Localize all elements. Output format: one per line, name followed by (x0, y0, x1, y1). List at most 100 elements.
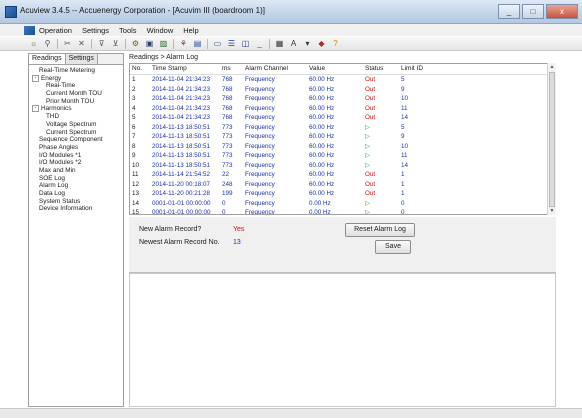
funnel-icon[interactable]: ⊽ (96, 38, 107, 49)
column-header-no[interactable]: No. (130, 64, 150, 74)
settings-icon[interactable]: ⚙ (130, 38, 141, 49)
column-header-channel[interactable]: Alarm Channel (243, 64, 307, 74)
scroll-up-arrow-icon[interactable]: ▲ (548, 63, 556, 71)
reset-alarm-log-button[interactable]: Reset Alarm Log (345, 223, 415, 237)
column-header-value[interactable]: Value (307, 64, 363, 74)
tree-item[interactable]: Sequence Component (29, 136, 123, 144)
tree-item[interactable]: - Harmonics (29, 105, 123, 113)
table-row[interactable]: 5 2014-11-04 21:34:23 768 Frequency 60.00 Hz… (130, 113, 555, 123)
cell-ms: 0 (222, 209, 226, 215)
tree-item-label: I/O Modules *2 (39, 159, 82, 167)
table-row[interactable]: 3 2014-11-04 21:34:23 768 Frequency 60.00 Hz… (130, 94, 555, 104)
tree-item[interactable]: Current Month TOU (29, 90, 123, 98)
cell-status: ▷ (365, 161, 370, 169)
tree-item[interactable]: - Energy (29, 74, 123, 83)
tab-readings[interactable]: Readings (29, 54, 66, 64)
arrow-icon[interactable]: A (288, 38, 299, 49)
tree-icon[interactable]: ⚘ (178, 38, 189, 49)
table-row[interactable]: 9 2014-11-13 18:50:51 773 Frequency 60.00 Hz… (130, 151, 555, 161)
scroll-down-arrow-icon[interactable]: ▼ (548, 207, 556, 215)
window-icon[interactable]: ▭ (212, 38, 223, 49)
tree-item[interactable]: Max and Min (29, 167, 123, 175)
cell-no: 6 (132, 123, 136, 131)
menu-settings[interactable]: Settings (82, 26, 109, 35)
tree-item[interactable]: Voltage Spectrum (29, 121, 123, 129)
column-header-limit-id[interactable]: Limit ID (399, 64, 435, 74)
tree-item[interactable]: Alarm Log (29, 182, 123, 190)
tab-settings[interactable]: Settings (65, 54, 98, 64)
cut-icon[interactable]: ✕ (76, 38, 87, 49)
table-scrollbar[interactable]: ▲ ▼ (547, 63, 556, 215)
chart-icon[interactable]: ▤ (192, 38, 203, 49)
tree-item[interactable]: Prior Month TOU (29, 98, 123, 106)
gem-icon[interactable]: ◆ (316, 38, 327, 49)
menu-tools[interactable]: Tools (119, 26, 137, 35)
table-row[interactable]: 1 2014-11-04 21:34:23 768 Frequency 60.00 Hz… (130, 75, 555, 85)
cell-timestamp: 2014-11-13 18:50:51 (152, 133, 211, 140)
table-row[interactable]: 6 2014-11-13 18:50:51 773 Frequency 60.00 Hz… (130, 123, 555, 133)
table-row[interactable]: 10 2014-11-13 18:50:51 773 Frequency 60.00 H… (130, 161, 555, 171)
column-header-timestamp[interactable]: Time Stamp (150, 64, 220, 74)
table-row[interactable]: 14 0001-01-01 00:00:00 0 Frequency 0.00 Hz ▷ 0 (130, 199, 555, 209)
table-row[interactable]: 8 2014-11-13 18:50:51 773 Frequency 60.00 Hz… (130, 142, 555, 152)
image-icon[interactable]: ▨ (158, 38, 169, 49)
cell-value: 60.00 Hz (309, 95, 335, 102)
tree-item-label: Real-Time (46, 82, 76, 90)
minimize-button[interactable]: _ (498, 4, 520, 19)
filter-icon[interactable]: ⊻ (110, 38, 121, 49)
tree-item[interactable]: I/O Modules *1 (29, 152, 123, 160)
cell-channel: Frequency (245, 161, 275, 169)
table-row[interactable]: 7 2014-11-13 18:50:51 773 Frequency 60.00 Hz… (130, 132, 555, 142)
cell-no: 10 (132, 161, 140, 169)
tree-item[interactable]: SOE Log (29, 175, 123, 183)
tree-item[interactable]: Phase Angles (29, 144, 123, 152)
alarm-log-table: No. Time Stamp ms Alarm Channel Value St… (129, 63, 556, 215)
save-icon[interactable]: ▣ (144, 38, 155, 49)
title-bar: Acuview 3.4.5 -- Accuenergy Corporation … (0, 0, 582, 24)
cell-channel: Frequency (245, 76, 275, 83)
lightbulb-icon[interactable]: ☼ (28, 38, 39, 49)
tree-item[interactable]: THD (29, 113, 123, 121)
table-row[interactable]: 11 2014-11-14 21:54:52 22 Frequency 60.00 Hz… (130, 170, 555, 180)
menu-window[interactable]: Window (147, 26, 174, 35)
cell-no: 12 (132, 180, 140, 188)
column-header-status[interactable]: Status (363, 64, 399, 74)
question-icon[interactable]: ? (330, 38, 341, 49)
table-row[interactable]: 12 2014-11-20 00:18:07 248 Frequency 60.00 H… (130, 180, 555, 190)
close-button[interactable]: x (546, 4, 578, 19)
menu-help[interactable]: Help (183, 26, 198, 35)
tree-item[interactable]: Device Information (29, 205, 123, 213)
menu-operation[interactable]: Operation (39, 26, 72, 35)
cell-no: 7 (132, 133, 136, 140)
split-icon[interactable]: ◫ (240, 38, 251, 49)
tree-expander-icon[interactable]: - (32, 105, 39, 113)
tree-item[interactable]: Real-Time Metering (29, 67, 123, 75)
scissors-icon[interactable]: ✂ (62, 38, 73, 49)
antenna-icon[interactable]: ⚲ (42, 38, 53, 49)
table-row[interactable]: 2 2014-11-04 21:34:23 768 Frequency 60.00 Hz… (130, 85, 555, 95)
maximize-button[interactable]: □ (522, 4, 544, 19)
cell-timestamp: 2014-11-20 00:21:28 (152, 190, 211, 197)
window-title: Acuview 3.4.5 -- Accuenergy Corporation … (20, 6, 265, 15)
scroll-thumb[interactable] (549, 72, 555, 207)
list-icon[interactable]: ☰ (226, 38, 237, 49)
tree-item[interactable]: Current Spectrum (29, 129, 123, 137)
column-header-ms[interactable]: ms (220, 64, 243, 74)
table-row[interactable]: 13 2014-11-20 00:21:28 199 Frequency 60.00 H… (130, 189, 555, 199)
tree-item[interactable]: System Status (29, 198, 123, 206)
table-row[interactable]: 15 0001-01-01 00:00:00 0 Frequency 0.00 Hz ▷ 0 (130, 208, 555, 215)
minus-icon[interactable]: _ (254, 38, 265, 49)
cell-timestamp: 2014-11-04 21:34:23 (152, 104, 211, 112)
cell-no: 13 (132, 190, 140, 197)
tree-item[interactable]: Data Log (29, 190, 123, 198)
mdi-document-icon[interactable] (24, 25, 35, 35)
tree-item[interactable]: Real-Time (29, 82, 123, 90)
tree-expander-icon[interactable]: - (32, 74, 39, 82)
table-row[interactable]: 4 2014-11-04 21:34:23 768 Frequency 60.00 Hz… (130, 104, 555, 114)
save-button[interactable]: Save (375, 240, 411, 254)
help-icon[interactable]: ▦ (274, 38, 285, 49)
download-icon[interactable]: ▾ (302, 38, 313, 49)
cell-timestamp: 2014-11-14 21:54:52 (152, 171, 211, 178)
tree-item[interactable]: I/O Modules *2 (29, 159, 123, 167)
cell-status: ▷ (365, 133, 370, 140)
